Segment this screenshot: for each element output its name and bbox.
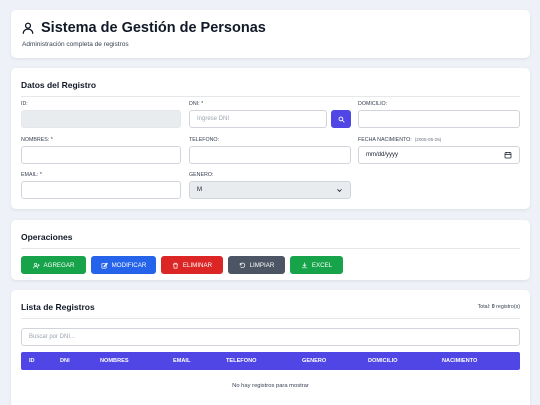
dni-search-button[interactable] bbox=[331, 110, 351, 128]
column-header-nacimiento: NACIMIENTO bbox=[442, 358, 478, 364]
search-input[interactable]: Buscar por DNI... bbox=[21, 328, 520, 346]
form-card: Datos del Registro ID: DNI: * Ingrese DN… bbox=[11, 68, 530, 209]
total-suffix: registro(s) bbox=[494, 304, 520, 310]
list-title: Lista de Registros bbox=[21, 302, 95, 312]
fecha-value: mm/dd/yyyy bbox=[366, 152, 399, 158]
nombres-label: NOMBRES: * bbox=[21, 137, 53, 143]
email-label: EMAIL: * bbox=[21, 172, 42, 178]
list-divider bbox=[21, 318, 520, 319]
id-label: ID: bbox=[21, 101, 28, 107]
modify-button-label: MODIFICAR bbox=[111, 261, 147, 269]
calendar-icon[interactable] bbox=[504, 151, 512, 159]
operations-button-row: AGREGAR MODIFICAR ELIMINAR LIMPIAR EXCEL bbox=[21, 256, 520, 274]
total-count: Total: 0 registro(s) bbox=[478, 304, 520, 310]
id-input bbox=[21, 110, 181, 128]
excel-button[interactable]: EXCEL bbox=[290, 256, 343, 274]
genero-label: GENERO: bbox=[189, 172, 214, 178]
page-title: Sistema de Gestión de Personas bbox=[41, 20, 266, 36]
operations-title: Operaciones bbox=[21, 232, 73, 242]
telefono-input[interactable] bbox=[189, 146, 351, 164]
table-header: ID DNI NOMBRES EMAIL TELEFONO GENERO DOM… bbox=[21, 352, 520, 370]
form-divider bbox=[21, 96, 520, 97]
header-title-row: Sistema de Gestión de Personas bbox=[21, 20, 520, 36]
domicilio-input[interactable] bbox=[358, 110, 520, 128]
dni-label: DNI: * bbox=[189, 101, 204, 107]
header-card: Sistema de Gestión de Personas Administr… bbox=[11, 10, 530, 58]
column-header-email: EMAIL bbox=[173, 358, 191, 364]
column-header-dni: DNI bbox=[60, 358, 70, 364]
clear-button[interactable]: LIMPIAR bbox=[228, 256, 285, 274]
nombres-input[interactable] bbox=[21, 146, 181, 164]
column-header-domicilio: DOMICILIO bbox=[368, 358, 398, 364]
delete-button[interactable]: ELIMINAR bbox=[161, 256, 223, 274]
chevron-down-icon bbox=[337, 188, 342, 192]
search-icon bbox=[338, 116, 345, 123]
empty-message: No hay registros para mostrar bbox=[232, 383, 309, 389]
email-input[interactable] bbox=[21, 181, 181, 199]
list-header: Lista de Registros Total: 0 registro(s) bbox=[21, 302, 520, 312]
add-button-label: AGREGAR bbox=[43, 261, 75, 269]
fecha-label: FECHA NACIMIENTO: (2005-05-25) bbox=[358, 137, 441, 143]
domicilio-label: DOMICILIO: bbox=[358, 101, 388, 107]
undo-icon bbox=[239, 262, 245, 268]
fecha-label-text: FECHA NACIMIENTO: bbox=[358, 137, 412, 143]
form-title: Datos del Registro bbox=[21, 80, 97, 90]
edit-icon bbox=[101, 262, 108, 268]
fecha-hint: (2005-05-25) bbox=[414, 137, 442, 142]
modify-button[interactable]: MODIFICAR bbox=[91, 256, 156, 274]
user-icon bbox=[22, 22, 34, 34]
list-card: Lista de Registros Total: 0 registro(s) … bbox=[11, 290, 530, 405]
operations-card: Operaciones AGREGAR MODIFICAR ELIMINAR L… bbox=[11, 220, 530, 280]
column-header-id: ID bbox=[29, 358, 35, 364]
genero-value: M bbox=[197, 187, 202, 193]
column-header-genero: GENERO bbox=[302, 358, 327, 364]
add-user-icon bbox=[32, 262, 40, 268]
fecha-input[interactable]: mm/dd/yyyy bbox=[358, 146, 520, 164]
column-header-telefono: TELEFONO bbox=[226, 358, 257, 364]
excel-button-label: EXCEL bbox=[311, 261, 333, 269]
dni-input[interactable]: Ingrese DNI bbox=[189, 110, 327, 128]
genero-select[interactable]: M bbox=[189, 181, 351, 199]
telefono-label: TELEFONO: bbox=[189, 137, 220, 143]
delete-button-label: ELIMINAR bbox=[182, 261, 213, 269]
trash-icon bbox=[172, 262, 179, 268]
page-subtitle: Administración completa de registros bbox=[22, 41, 129, 48]
clear-button-label: LIMPIAR bbox=[249, 261, 275, 269]
column-header-nombres: NOMBRES bbox=[100, 358, 129, 364]
download-icon bbox=[301, 262, 308, 268]
operations-divider bbox=[21, 248, 520, 249]
total-prefix: Total: bbox=[477, 304, 492, 310]
add-button[interactable]: AGREGAR bbox=[21, 256, 86, 274]
